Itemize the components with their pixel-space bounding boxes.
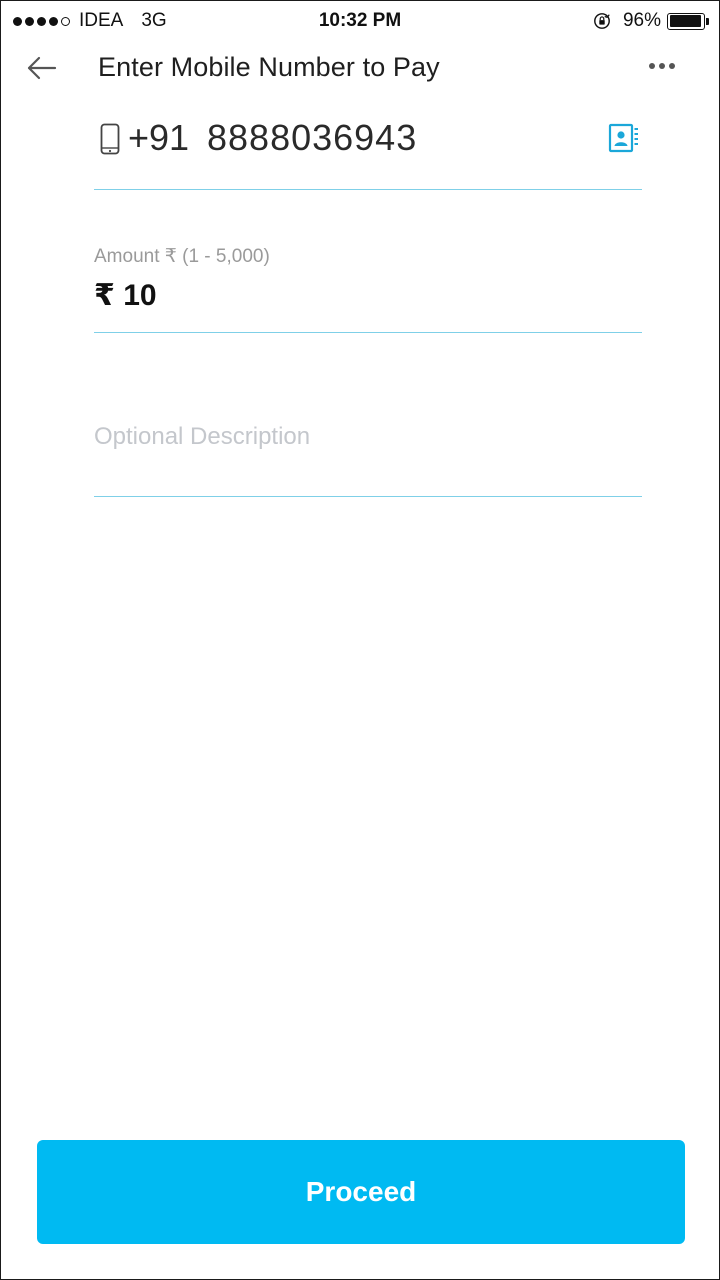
amount-input[interactable]: ₹ 10 bbox=[94, 271, 642, 331]
more-dot bbox=[659, 63, 665, 69]
rotation-lock-icon bbox=[594, 13, 610, 29]
amount-label: Amount ₹ (1 - 5,000) bbox=[94, 246, 270, 267]
page-title: Enter Mobile Number to Pay bbox=[98, 52, 440, 82]
description-underline bbox=[94, 496, 642, 497]
proceed-label: Proceed bbox=[305, 1176, 417, 1207]
battery-tip bbox=[706, 17, 709, 25]
country-code[interactable]: +91 bbox=[128, 117, 189, 159]
battery-icon bbox=[667, 12, 705, 30]
arrow-left-icon[interactable] bbox=[25, 53, 59, 83]
app-screen: IDEA 3G 10:32 PM 96% Enter Mobile Number… bbox=[0, 0, 720, 1280]
battery-fill bbox=[669, 15, 701, 27]
more-dot bbox=[669, 63, 675, 69]
mobile-number-underline bbox=[94, 189, 642, 190]
description-input[interactable]: Optional Description bbox=[94, 413, 642, 495]
mobile-number-field[interactable]: +91 8888036943 bbox=[94, 111, 642, 191]
phone-number-value[interactable]: 8888036943 bbox=[207, 117, 417, 159]
mobile-phone-icon bbox=[100, 123, 120, 155]
status-right: 96% bbox=[593, 10, 709, 32]
amount-underline bbox=[94, 332, 642, 333]
app-header: Enter Mobile Number to Pay bbox=[1, 41, 719, 97]
status-bar: IDEA 3G 10:32 PM 96% bbox=[1, 1, 719, 41]
more-dots-icon[interactable] bbox=[645, 63, 675, 69]
proceed-button[interactable]: Proceed bbox=[37, 1140, 685, 1244]
description-placeholder: Optional Description bbox=[94, 423, 311, 450]
battery-percent: 96% bbox=[622, 10, 661, 31]
more-dot bbox=[649, 63, 655, 69]
amount-value[interactable]: ₹ 10 bbox=[94, 278, 157, 313]
contact-book-icon[interactable] bbox=[608, 123, 640, 153]
